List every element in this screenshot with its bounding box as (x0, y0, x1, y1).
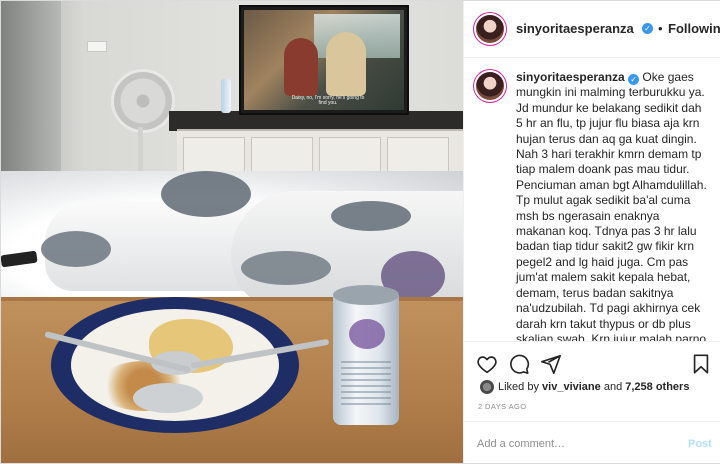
liked-by-user[interactable]: viv_viviane (542, 381, 601, 393)
photo-can-logo (349, 319, 385, 349)
post-timestamp[interactable]: 2 DAYS AGO (478, 402, 526, 412)
photo-light-switch (87, 41, 107, 52)
liked-by-summary: Liked by viv_viviane and 7,258 others (498, 380, 689, 394)
header-username[interactable]: sinyoritaesperanza (516, 21, 634, 37)
photo-spoon (133, 383, 203, 413)
photo-tv: Daisy, no, I'm sorry, he's going to find… (239, 5, 409, 115)
post-comment-button[interactable]: Post (688, 436, 712, 452)
verified-icon: ✓ (642, 23, 653, 34)
comment-bar: Post (464, 421, 720, 464)
liked-by-avatar[interactable] (480, 380, 494, 394)
following-button[interactable]: Following (668, 21, 720, 37)
comment-input[interactable] (477, 435, 667, 453)
comment-icon[interactable] (508, 353, 530, 375)
post-caption: sinyoritaesperanza ✓ Oke gaes mungkin in… (516, 70, 708, 341)
instagram-post-window: Daisy, no, I'm sorry, he's going to find… (0, 0, 720, 464)
photo-tv-screen: Daisy, no, I'm sorry, he's going to find… (244, 10, 404, 110)
photo-water-bottle (221, 79, 231, 113)
liked-by-joiner: and (603, 381, 623, 393)
caption-text: Oke gaes mungkin ini malming terburukku … (516, 70, 707, 341)
verified-icon: ✓ (628, 74, 640, 85)
photo-blanket-pattern (41, 231, 111, 267)
post-photo[interactable]: Daisy, no, I'm sorry, he's going to find… (1, 1, 463, 463)
photo-blanket-pattern (241, 251, 331, 285)
share-icon[interactable] (540, 353, 562, 375)
bookmark-icon[interactable] (690, 353, 712, 375)
photo-blanket-pattern (161, 171, 251, 217)
liked-by-prefix: Liked by (498, 381, 539, 393)
avatar[interactable] (476, 15, 504, 43)
photo-tv-person (326, 32, 366, 96)
caption-scroll-area[interactable]: sinyoritaesperanza ✓ Oke gaes mungkin in… (464, 58, 720, 341)
header-separator: • (658, 21, 663, 36)
photo-can-lid (333, 285, 399, 305)
photo-tv-subtitle: Daisy, no, I'm sorry, he's going to find… (291, 95, 365, 106)
post-sidebar: sinyoritaesperanza ✓ • Following sinyori… (463, 1, 720, 463)
post-header: sinyoritaesperanza ✓ • Following (464, 1, 720, 58)
liked-by-others[interactable]: 7,258 others (625, 381, 689, 393)
photo-tv-person (284, 38, 318, 96)
caption-avatar[interactable] (476, 72, 504, 100)
caption-username[interactable]: sinyoritaesperanza (516, 70, 625, 84)
photo-fan (111, 69, 175, 133)
heart-icon[interactable] (476, 353, 498, 375)
photo-can-label (341, 361, 391, 409)
photo-blanket-pattern (331, 201, 411, 231)
